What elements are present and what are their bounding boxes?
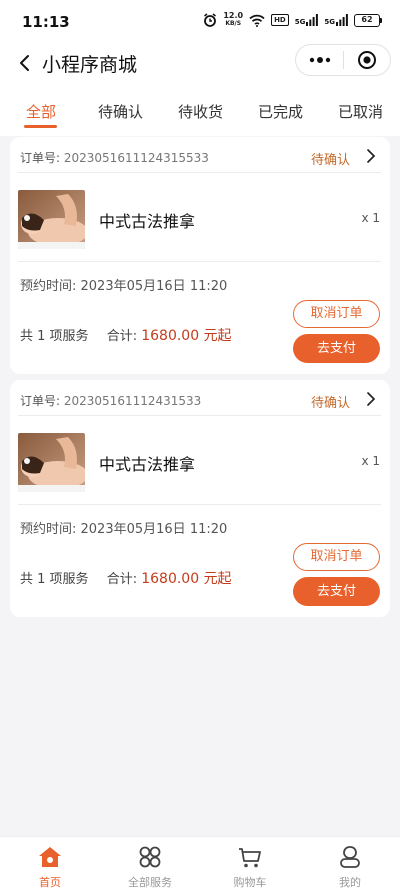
tab-pending-receive[interactable]: 待收货 [178,101,223,122]
order-number-label: 订单号: [20,151,61,165]
service-count: 共 1 项服务 [20,572,89,587]
cart-icon [239,848,261,868]
tab-cancelled[interactable]: 已取消 [338,101,383,122]
product-name[interactable]: 中式古法推拿 [99,208,195,232]
order-number-value: 202305161112431533 [63,394,202,408]
more-icon [309,57,330,63]
product-thumbnail[interactable] [18,190,85,249]
tabbar-label-home: 首页 [39,876,61,889]
order-card: 订单号: 2023051611124315533 待确认 中式古法推拿 x 1 … [10,137,390,374]
order-card: 订单号: 202305161112431533 待确认 中式古法推拿 x 1 预… [10,380,390,617]
order-status: 待确认 [310,396,350,411]
alarm-icon [204,13,217,27]
divider [18,172,381,173]
appointment-time: 预约时间: 2023年05月16日 11:20 [20,279,228,294]
wifi-icon [249,14,265,27]
tab-completed[interactable]: 已完成 [258,101,303,122]
order-tabs: 全部 待确认 待收货 已完成 已取消 [0,84,400,136]
net-speed-value: 12.0 [223,11,244,20]
back-icon[interactable] [14,51,38,75]
signal-5g-2: 5G [324,14,348,26]
total-price: 1680.00 元起 [141,328,232,344]
close-target-icon [357,51,376,69]
order-header[interactable]: 订单号: 2023051611124315533 待确认 [10,137,390,175]
chevron-right-icon[interactable] [364,148,378,164]
divider [18,415,381,416]
close-button[interactable] [344,45,390,75]
product-thumbnail[interactable] [18,433,85,492]
tabbar-item-mine[interactable]: 我的 [300,837,400,893]
hd-badge: HD [271,14,289,26]
order-number-label: 订单号: [20,394,61,408]
order-number: 订单号: 2023051611124315533 [20,149,209,166]
product-quantity: x 1 [361,211,380,225]
net-speed-unit: KB/S [225,20,242,27]
order-summary: 共 1 项服务 合计: 1680.00 元起 [20,325,232,345]
product-quantity: x 1 [361,454,380,468]
service-count: 共 1 项服务 [20,329,89,344]
status-time: 11:13 [22,13,70,31]
order-number-value: 2023051611124315533 [63,151,209,165]
more-button[interactable] [296,45,343,75]
page-title: 小程序商城 [42,54,138,76]
tabbar-item-cart[interactable]: 购物车 [200,837,300,893]
net-speed: 12.0 KB/S [223,12,243,28]
divider [18,504,381,505]
active-tab-indicator [24,125,57,128]
order-summary: 共 1 项服务 合计: 1680.00 元起 [20,568,232,588]
tab-all[interactable]: 全部 [26,101,56,122]
total-label: 合计: [106,329,138,344]
status-icons: 12.0 KB/S HD 5G 5G 62 [203,12,382,28]
pay-button[interactable]: 去支付 [293,577,380,606]
home-icon [39,847,61,867]
total-label: 合计: [106,572,138,587]
tabbar-label-all-services: 全部服务 [128,876,172,889]
user-icon [340,846,360,868]
battery-level: 62 [354,13,380,27]
chevron-right-icon[interactable] [364,391,378,407]
signal-icon-2 [336,14,348,26]
nav-bar: 小程序商城 [0,44,400,84]
appointment-time: 预约时间: 2023年05月16日 11:20 [20,522,228,537]
cancel-order-button[interactable]: 取消订单 [293,300,380,328]
order-number: 订单号: 202305161112431533 [20,392,201,409]
tabbar-label-mine: 我的 [339,876,361,889]
mini-program-capsule [295,44,391,76]
order-header[interactable]: 订单号: 202305161112431533 待确认 [10,380,390,418]
tab-pending-confirm[interactable]: 待确认 [98,101,143,122]
tabbar-label-cart: 购物车 [233,876,267,889]
divider [18,261,381,262]
battery-icon: 62 [354,13,382,27]
bottom-tab-bar: 首页 全部服务 购物车 我的 [0,836,400,893]
product-name[interactable]: 中式古法推拿 [99,451,195,475]
pay-button[interactable]: 去支付 [293,334,380,363]
status-bar: 11:13 12.0 KB/S HD 5G 5G 62 [0,0,400,44]
signal-icon [306,14,319,26]
signal-label-1: 5G [294,18,306,26]
tabbar-item-home[interactable]: 首页 [0,837,100,893]
signal-5g-1: 5G [295,14,319,26]
grid-icon [139,846,161,868]
signal-label-2: 5G [324,18,335,26]
total-price: 1680.00 元起 [141,571,232,587]
order-status: 待确认 [310,153,350,168]
tabbar-item-all-services[interactable]: 全部服务 [100,837,200,893]
cancel-order-button[interactable]: 取消订单 [293,543,380,571]
